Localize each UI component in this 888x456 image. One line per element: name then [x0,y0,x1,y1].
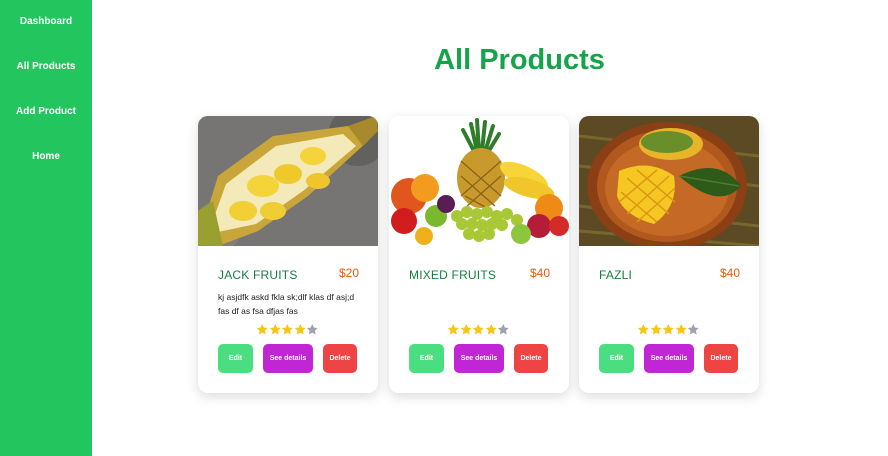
see-details-button[interactable]: See details [644,344,694,373]
product-price: $40 [719,266,740,280]
product-name: FAZLI [599,268,633,282]
product-card: JACK FRUITS $20 kj asjdfk askd fkla sk;d… [198,116,378,393]
star-empty-icon [687,324,699,335]
product-price: $20 [338,266,359,280]
delete-button[interactable]: Delete [514,344,548,373]
rating-stars [256,323,320,336]
star-filled-icon [460,324,472,335]
star-empty-icon [306,324,318,335]
star-filled-icon [650,324,662,335]
sidebar: Dashboard All Products Add Product Home [0,0,92,456]
product-description: kj asjdfk askd fkla sk;dlf klas df asj;d… [218,292,355,316]
star-filled-icon [675,324,687,335]
rating-stars [447,323,511,336]
star-filled-icon [269,324,281,335]
star-filled-icon [485,324,497,335]
delete-button[interactable]: Delete [704,344,738,373]
edit-button[interactable]: Edit [409,344,444,373]
star-filled-icon [281,324,293,335]
product-card: FAZLI $40 Edit See details Delete [579,116,759,393]
star-empty-icon [497,324,509,335]
product-image [579,116,759,246]
delete-button[interactable]: Delete [323,344,357,373]
product-image [198,116,378,246]
sidebar-item-all-products[interactable]: All Products [0,61,92,72]
sidebar-item-dashboard[interactable]: Dashboard [0,16,92,27]
see-details-button[interactable]: See details [263,344,313,373]
star-filled-icon [256,324,268,335]
star-filled-icon [637,324,649,335]
product-card: MIXED FRUITS $40 Edit See details Delete [389,116,569,393]
rating-stars [637,323,701,336]
sidebar-item-home[interactable]: Home [0,151,92,162]
product-price: $40 [529,266,550,280]
sidebar-item-add-product[interactable]: Add Product [0,106,92,117]
edit-button[interactable]: Edit [599,344,634,373]
star-filled-icon [472,324,484,335]
see-details-button[interactable]: See details [454,344,504,373]
product-image [389,116,569,246]
star-filled-icon [294,324,306,335]
product-name: MIXED FRUITS [409,268,497,282]
edit-button[interactable]: Edit [218,344,253,373]
star-filled-icon [447,324,459,335]
product-name: JACK FRUITS [218,268,298,282]
page-title: All Products [434,44,605,76]
star-filled-icon [662,324,674,335]
